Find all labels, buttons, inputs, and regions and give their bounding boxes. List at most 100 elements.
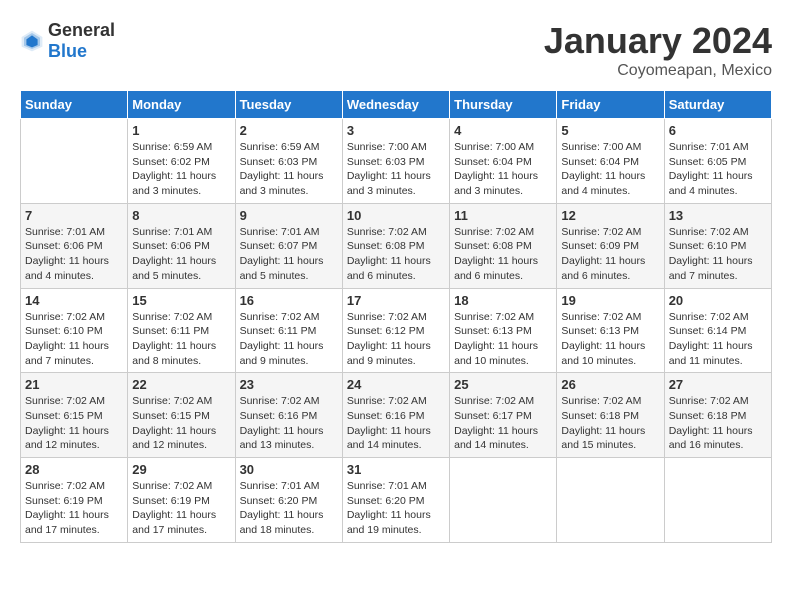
- day-info: Sunrise: 7:02 AMSunset: 6:15 PMDaylight:…: [25, 394, 123, 453]
- calendar-cell: 23 Sunrise: 7:02 AMSunset: 6:16 PMDayligh…: [235, 373, 342, 458]
- calendar-cell: 5 Sunrise: 7:00 AMSunset: 6:04 PMDaylight…: [557, 119, 664, 204]
- day-info: Sunrise: 7:00 AMSunset: 6:04 PMDaylight:…: [454, 140, 552, 199]
- week-row-4: 21 Sunrise: 7:02 AMSunset: 6:15 PMDayligh…: [21, 373, 772, 458]
- weekday-header-thursday: Thursday: [450, 91, 557, 119]
- weekday-header-friday: Friday: [557, 91, 664, 119]
- week-row-5: 28 Sunrise: 7:02 AMSunset: 6:19 PMDayligh…: [21, 458, 772, 543]
- calendar-cell: 22Sunrise: 7:02 AMSunset: 6:15 PMDayligh…: [128, 373, 235, 458]
- day-number: 21: [25, 377, 123, 392]
- calendar-cell: [450, 458, 557, 543]
- day-number: 12: [561, 208, 659, 223]
- day-number: 8: [132, 208, 230, 223]
- day-number: 22: [132, 377, 230, 392]
- day-info: Sunrise: 7:02 AMSunset: 6:19 PMDaylight:…: [25, 479, 123, 538]
- day-info: Sunrise: 7:02 AMSunset: 6:16 PMDaylight:…: [240, 394, 338, 453]
- calendar-cell: 29 Sunrise: 7:02 AMSunset: 6:19 PMDayligh…: [128, 458, 235, 543]
- calendar-cell: 31 Sunrise: 7:01 AMSunset: 6:20 PMDayligh…: [342, 458, 449, 543]
- day-number: 27: [669, 377, 767, 392]
- day-info: Sunrise: 7:02 AMSunset: 6:19 PMDaylight:…: [132, 479, 230, 538]
- calendar-cell: 8 Sunrise: 7:01 AMSunset: 6:06 PMDaylight…: [128, 203, 235, 288]
- calendar-cell: 27 Sunrise: 7:02 AMSunset: 6:18 PMDayligh…: [664, 373, 771, 458]
- calendar-cell: 21 Sunrise: 7:02 AMSunset: 6:15 PMDayligh…: [21, 373, 128, 458]
- logo-text-general: General: [48, 20, 115, 40]
- day-info: Sunrise: 7:01 AMSunset: 6:06 PMDaylight:…: [25, 225, 123, 284]
- day-info: Sunrise: 7:02 AMSunset: 6:10 PMDaylight:…: [669, 225, 767, 284]
- day-number: 29: [132, 462, 230, 477]
- day-number: 4: [454, 123, 552, 138]
- calendar-cell: 4 Sunrise: 7:00 AMSunset: 6:04 PMDaylight…: [450, 119, 557, 204]
- day-number: 18: [454, 293, 552, 308]
- calendar-cell: 26 Sunrise: 7:02 AMSunset: 6:18 PMDayligh…: [557, 373, 664, 458]
- week-row-3: 14 Sunrise: 7:02 AMSunset: 6:10 PMDayligh…: [21, 288, 772, 373]
- day-info: Sunrise: 7:02 AMSunset: 6:18 PMDaylight:…: [561, 394, 659, 453]
- calendar-cell: 2 Sunrise: 6:59 AMSunset: 6:03 PMDaylight…: [235, 119, 342, 204]
- location-title: Coyomeapan, Mexico: [544, 62, 772, 80]
- day-number: 13: [669, 208, 767, 223]
- day-info: Sunrise: 6:59 AMSunset: 6:02 PMDaylight:…: [132, 140, 230, 199]
- weekday-header-tuesday: Tuesday: [235, 91, 342, 119]
- day-number: 10: [347, 208, 445, 223]
- page-header: General Blue January 2024 Coyomeapan, Me…: [20, 20, 772, 80]
- day-info: Sunrise: 7:02 AMSunset: 6:13 PMDaylight:…: [561, 310, 659, 369]
- day-number: 19: [561, 293, 659, 308]
- title-section: January 2024 Coyomeapan, Mexico: [544, 20, 772, 80]
- day-info: Sunrise: 7:02 AMSunset: 6:11 PMDaylight:…: [240, 310, 338, 369]
- day-info: Sunrise: 7:02 AMSunset: 6:11 PMDaylight:…: [132, 310, 230, 369]
- day-info: Sunrise: 7:01 AMSunset: 6:07 PMDaylight:…: [240, 225, 338, 284]
- day-number: 25: [454, 377, 552, 392]
- calendar-cell: 30Sunrise: 7:01 AMSunset: 6:20 PMDayligh…: [235, 458, 342, 543]
- day-number: 16: [240, 293, 338, 308]
- calendar-cell: 11Sunrise: 7:02 AMSunset: 6:08 PMDayligh…: [450, 203, 557, 288]
- day-info: Sunrise: 7:02 AMSunset: 6:17 PMDaylight:…: [454, 394, 552, 453]
- calendar-table: SundayMondayTuesdayWednesdayThursdayFrid…: [20, 90, 772, 543]
- weekday-header-saturday: Saturday: [664, 91, 771, 119]
- day-info: Sunrise: 7:02 AMSunset: 6:08 PMDaylight:…: [454, 225, 552, 284]
- day-info: Sunrise: 7:01 AMSunset: 6:20 PMDaylight:…: [347, 479, 445, 538]
- day-number: 2: [240, 123, 338, 138]
- calendar-cell: 1 Sunrise: 6:59 AMSunset: 6:02 PMDaylight…: [128, 119, 235, 204]
- calendar-cell: 19 Sunrise: 7:02 AMSunset: 6:13 PMDayligh…: [557, 288, 664, 373]
- day-number: 31: [347, 462, 445, 477]
- day-number: 24: [347, 377, 445, 392]
- day-info: Sunrise: 7:01 AMSunset: 6:05 PMDaylight:…: [669, 140, 767, 199]
- day-number: 28: [25, 462, 123, 477]
- day-number: 26: [561, 377, 659, 392]
- day-info: Sunrise: 7:02 AMSunset: 6:13 PMDaylight:…: [454, 310, 552, 369]
- calendar-cell: 12Sunrise: 7:02 AMSunset: 6:09 PMDayligh…: [557, 203, 664, 288]
- calendar-cell: 20Sunrise: 7:02 AMSunset: 6:14 PMDayligh…: [664, 288, 771, 373]
- day-number: 5: [561, 123, 659, 138]
- day-number: 1: [132, 123, 230, 138]
- calendar-cell: 14 Sunrise: 7:02 AMSunset: 6:10 PMDayligh…: [21, 288, 128, 373]
- logo: General Blue: [20, 20, 115, 62]
- calendar-cell: 6 Sunrise: 7:01 AMSunset: 6:05 PMDaylight…: [664, 119, 771, 204]
- day-info: Sunrise: 7:02 AMSunset: 6:16 PMDaylight:…: [347, 394, 445, 453]
- weekday-header-sunday: Sunday: [21, 91, 128, 119]
- day-number: 7: [25, 208, 123, 223]
- calendar-cell: 18 Sunrise: 7:02 AMSunset: 6:13 PMDayligh…: [450, 288, 557, 373]
- calendar-cell: 17 Sunrise: 7:02 AMSunset: 6:12 PMDayligh…: [342, 288, 449, 373]
- day-info: Sunrise: 7:02 AMSunset: 6:14 PMDaylight:…: [669, 310, 767, 369]
- day-info: Sunrise: 7:02 AMSunset: 6:18 PMDaylight:…: [669, 394, 767, 453]
- weekday-header-wednesday: Wednesday: [342, 91, 449, 119]
- day-info: Sunrise: 6:59 AMSunset: 6:03 PMDaylight:…: [240, 140, 338, 199]
- day-info: Sunrise: 7:02 AMSunset: 6:12 PMDaylight:…: [347, 310, 445, 369]
- logo-icon: [20, 29, 44, 53]
- calendar-cell: 28 Sunrise: 7:02 AMSunset: 6:19 PMDayligh…: [21, 458, 128, 543]
- weekday-header-monday: Monday: [128, 91, 235, 119]
- day-info: Sunrise: 7:01 AMSunset: 6:20 PMDaylight:…: [240, 479, 338, 538]
- day-number: 14: [25, 293, 123, 308]
- day-number: 6: [669, 123, 767, 138]
- day-number: 23: [240, 377, 338, 392]
- calendar-cell: [21, 119, 128, 204]
- calendar-cell: 24 Sunrise: 7:02 AMSunset: 6:16 PMDayligh…: [342, 373, 449, 458]
- day-number: 3: [347, 123, 445, 138]
- calendar-cell: 3 Sunrise: 7:00 AMSunset: 6:03 PMDaylight…: [342, 119, 449, 204]
- day-info: Sunrise: 7:00 AMSunset: 6:03 PMDaylight:…: [347, 140, 445, 199]
- day-number: 17: [347, 293, 445, 308]
- day-info: Sunrise: 7:02 AMSunset: 6:10 PMDaylight:…: [25, 310, 123, 369]
- day-info: Sunrise: 7:01 AMSunset: 6:06 PMDaylight:…: [132, 225, 230, 284]
- calendar-cell: 15 Sunrise: 7:02 AMSunset: 6:11 PMDayligh…: [128, 288, 235, 373]
- day-info: Sunrise: 7:00 AMSunset: 6:04 PMDaylight:…: [561, 140, 659, 199]
- day-number: 15: [132, 293, 230, 308]
- day-number: 9: [240, 208, 338, 223]
